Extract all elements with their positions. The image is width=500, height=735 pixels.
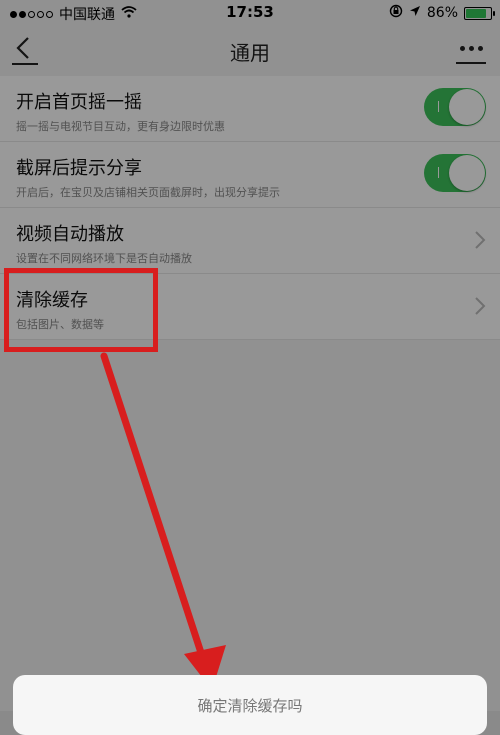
annotation-highlight-box: [4, 268, 158, 352]
confirm-message: 确定清除缓存吗: [197, 697, 303, 715]
confirm-action-sheet: 确定清除缓存吗: [13, 675, 487, 735]
settings-screen: 中国联通 17:53 86% 通用 开启首页摇一摇 摇一摇与电视节目互动，更有身…: [0, 0, 500, 735]
dim-overlay[interactable]: [0, 0, 500, 711]
